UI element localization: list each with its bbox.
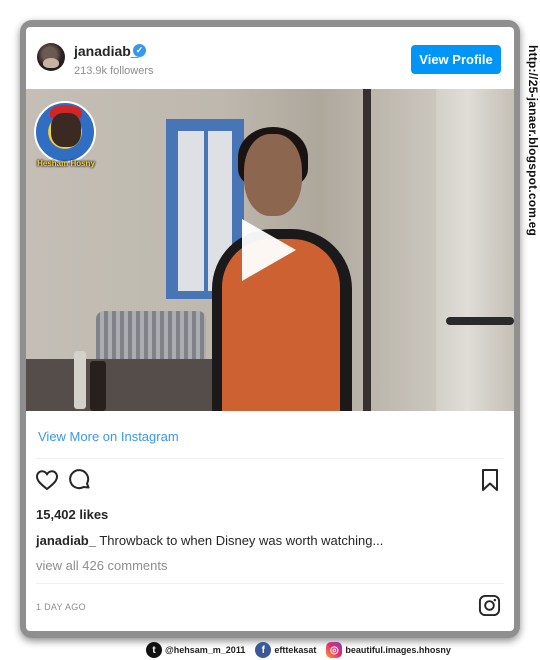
post-timestamp: 1 DAY AGO	[36, 602, 86, 612]
view-profile-button[interactable]: View Profile	[411, 45, 501, 74]
bookmark-icon[interactable]	[481, 469, 499, 491]
profile-avatar[interactable]	[37, 43, 65, 71]
likes-count: 15,402 likes	[36, 507, 109, 522]
social-footer: t @hehsam_m_2011 f efttekasat ◎ beautifu…	[146, 640, 461, 660]
facebook-icon: f	[255, 642, 272, 658]
instagram-handle: ◎ beautiful.images.hhosny	[326, 642, 451, 658]
divider	[36, 458, 504, 459]
facebook-handle: f efttekasat	[255, 642, 316, 658]
verified-badge-icon: ✓	[133, 44, 146, 57]
twitter-handle: t @hehsam_m_2011	[146, 642, 245, 658]
instagram-logo-icon[interactable]	[478, 594, 501, 617]
caption-username[interactable]: janadiab_	[36, 533, 96, 548]
caption-text: Throwback to when Disney was worth watch…	[99, 533, 384, 548]
instagram-embed-card: janadiab_ ✓ 213.9k followers View Profil…	[26, 27, 514, 631]
heart-icon[interactable]	[35, 468, 59, 492]
twitter-icon: t	[146, 642, 162, 658]
username[interactable]: janadiab_	[74, 43, 139, 59]
view-more-link[interactable]: View More on Instagram	[38, 429, 179, 444]
view-comments-link[interactable]: view all 426 comments	[36, 558, 168, 573]
video-media[interactable]: Hesham Hosny	[26, 89, 514, 411]
instagram-icon: ◎	[326, 642, 343, 658]
divider	[36, 583, 504, 584]
play-icon[interactable]	[236, 215, 300, 285]
watermark-url: http://25-janaer.blogspot.com.eg	[526, 45, 540, 237]
post-header: janadiab_ ✓ 213.9k followers View Profil…	[26, 27, 514, 89]
comment-icon[interactable]	[68, 468, 92, 492]
watermark-logo-text: Hesham Hosny	[37, 159, 95, 168]
followers-count: 213.9k followers	[74, 65, 154, 77]
post-caption: janadiab_ Throwback to when Disney was w…	[36, 533, 383, 548]
